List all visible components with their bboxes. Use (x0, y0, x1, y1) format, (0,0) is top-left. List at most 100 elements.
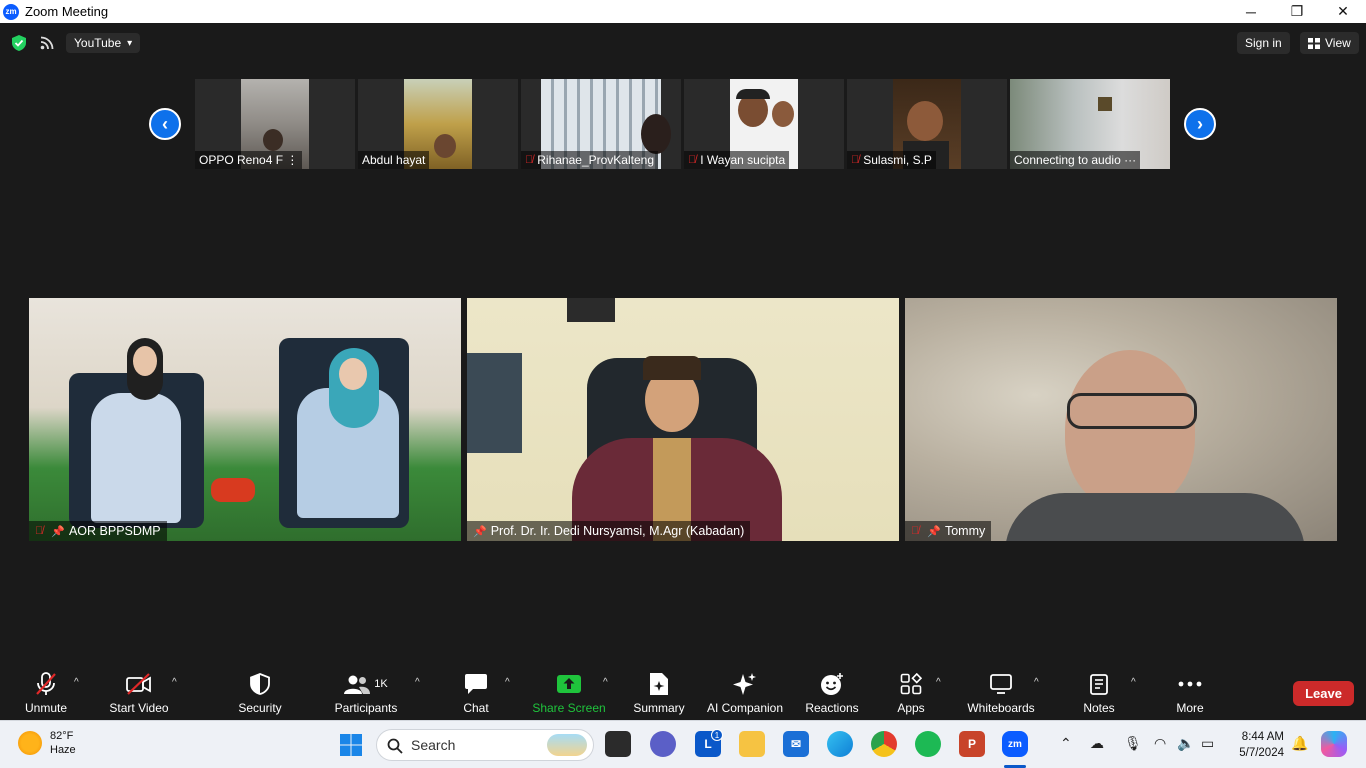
chevron-down-icon: ▾ (127, 37, 133, 49)
participant-video-tile[interactable]: 🎙̸ 📌 AOR BPPSDMP (29, 298, 461, 541)
participant-name-label: 🎙̸ I Wayan sucipta (684, 151, 790, 169)
summary-button[interactable]: Summary (632, 671, 686, 715)
participant-video-tile[interactable]: 📌 Prof. Dr. Ir. Dedi Nursyamsi, M.Agr (Ka… (467, 298, 899, 541)
summary-document-icon (650, 673, 668, 695)
clock-time: 8:44 AM (1241, 731, 1284, 743)
start-video-button[interactable]: Start Video (108, 671, 170, 715)
chrome-icon[interactable] (871, 731, 897, 757)
weather-temperature: 82°F (50, 730, 74, 742)
participants-label: Participants (334, 701, 398, 715)
microphone-muted-icon: 🎙̸ (525, 154, 534, 166)
participant-name-label: 🎙̸ Rihanae_ProvKalteng (521, 151, 658, 169)
volume-icon[interactable]: 🔈 (1177, 735, 1194, 752)
file-explorer-icon[interactable] (739, 731, 765, 757)
live-stream-icon[interactable] (40, 36, 54, 50)
notes-button[interactable]: Notes (1082, 671, 1116, 715)
view-label: View (1325, 36, 1351, 50)
weather-condition: Haze (50, 744, 76, 756)
youtube-stream-dropdown[interactable]: YouTube ▾ (66, 33, 141, 53)
taskbar-search-box[interactable]: Search (376, 729, 594, 761)
onedrive-cloud-icon[interactable]: ☁ (1090, 735, 1104, 752)
microphone-muted-icon: 🎙̸ (911, 525, 920, 537)
meeting-controls-bar: Unmute ^ Start Video ^ Security 1K Parti… (0, 663, 1366, 720)
reactions-label: Reactions (805, 701, 859, 715)
reactions-button[interactable]: Reactions (805, 671, 859, 715)
whiteboards-options-caret[interactable]: ^ (1034, 677, 1039, 688)
search-icon (387, 738, 403, 754)
pin-icon: 📌 (51, 525, 65, 538)
next-page-button[interactable]: › (1184, 108, 1216, 140)
apps-icon (900, 673, 922, 695)
notes-icon (1090, 674, 1108, 695)
security-button[interactable]: Security (238, 671, 282, 715)
leave-meeting-button[interactable]: Leave (1293, 681, 1354, 706)
start-video-label: Start Video (109, 701, 169, 715)
close-button[interactable]: ✕ (1320, 0, 1366, 23)
weather-widget[interactable]: 82°F Haze (18, 729, 76, 757)
search-highlight-icon (547, 734, 587, 756)
video-off-icon (126, 673, 151, 695)
audio-options-caret[interactable]: ^ (74, 677, 79, 688)
notes-options-caret[interactable]: ^ (1131, 677, 1136, 688)
chat-button[interactable]: Chat (458, 671, 494, 715)
zoom-logo-icon: zm (3, 3, 19, 20)
spotify-icon[interactable] (915, 731, 941, 757)
sign-in-button[interactable]: Sign in (1237, 32, 1290, 54)
chevron-up-icon[interactable]: ⌃ (1060, 735, 1072, 752)
view-button[interactable]: View (1300, 32, 1359, 54)
meeting-topbar: YouTube ▾ Sign in View (0, 23, 1366, 63)
participants-button[interactable]: 1K Participants (335, 671, 397, 715)
edge-icon[interactable] (827, 731, 853, 757)
encryption-shield-icon[interactable] (12, 35, 26, 51)
restore-button[interactable]: ❐ (1274, 0, 1320, 23)
share-options-caret[interactable]: ^ (603, 677, 608, 688)
participant-thumbnail[interactable]: Abdul hayat (358, 79, 518, 169)
unmute-button[interactable]: Unmute (24, 671, 68, 715)
participants-count: 1K (374, 678, 388, 690)
security-shield-icon (250, 673, 270, 695)
participant-thumbnail[interactable]: Connecting to audio ··· (1010, 79, 1170, 169)
wifi-icon[interactable]: ◠ (1154, 735, 1166, 752)
system-clock[interactable]: 8:44 AM 5/7/2024 (1228, 729, 1284, 761)
battery-icon[interactable]: ▭ (1201, 735, 1214, 752)
share-screen-button[interactable]: Share Screen (532, 671, 606, 715)
copilot-icon[interactable] (1321, 731, 1347, 757)
chat-options-caret[interactable]: ^ (505, 677, 510, 688)
ai-companion-button[interactable]: AI Companion (706, 671, 784, 715)
pin-icon: 📌 (473, 525, 487, 538)
participant-thumbnail[interactable]: OPPO Reno4 F ⋮ (195, 79, 355, 169)
previous-page-button[interactable]: ‹ (149, 108, 181, 140)
whiteboards-button[interactable]: Whiteboards (966, 671, 1036, 715)
more-label: More (1176, 701, 1204, 715)
windows-start-icon[interactable] (339, 733, 363, 757)
video-options-caret[interactable]: ^ (172, 677, 177, 688)
participant-name-label: 📌 Prof. Dr. Ir. Dedi Nursyamsi, M.Agr (Ka… (467, 521, 751, 541)
participant-video-tile[interactable]: 🎙̸ 📌 Tommy (905, 298, 1337, 541)
apps-button[interactable]: Apps (896, 671, 926, 715)
clock-date: 5/7/2024 (1239, 747, 1284, 759)
microphone-muted-icon: 🎙̸ (851, 154, 860, 166)
search-placeholder: Search (411, 737, 456, 753)
apps-options-caret[interactable]: ^ (936, 677, 941, 688)
participant-thumbnail[interactable]: 🎙̸ Rihanae_ProvKalteng (521, 79, 681, 169)
powerpoint-icon[interactable]: P (959, 731, 985, 757)
microphone-icon[interactable]: 🎙 (1124, 735, 1142, 752)
notification-bell-icon[interactable]: 🔔 (1291, 735, 1308, 752)
microphone-muted-icon: 🎙̸ (35, 525, 44, 537)
more-button[interactable]: More (1174, 671, 1206, 715)
task-view-icon[interactable] (605, 731, 631, 757)
teams-icon[interactable] (650, 731, 676, 757)
video-feed (467, 298, 899, 541)
participant-name-label: OPPO Reno4 F ⋮ (195, 151, 303, 169)
participant-name-label: 🎙̸ 📌 AOR BPPSDMP (29, 521, 167, 541)
zoom-icon[interactable]: zm (1002, 731, 1028, 757)
security-label: Security (238, 701, 282, 715)
notification-badge: 1 (711, 729, 723, 741)
participant-thumbnail[interactable]: 🎙̸ Sulasmi, S.P (847, 79, 1007, 169)
mail-icon[interactable]: ✉ (783, 731, 809, 757)
whiteboards-label: Whiteboards (967, 701, 1035, 715)
participant-thumbnail[interactable]: 🎙̸ I Wayan sucipta (684, 79, 844, 169)
whiteboard-icon (990, 674, 1012, 694)
minimize-button[interactable]: ─ (1228, 0, 1274, 23)
participants-options-caret[interactable]: ^ (415, 677, 420, 688)
